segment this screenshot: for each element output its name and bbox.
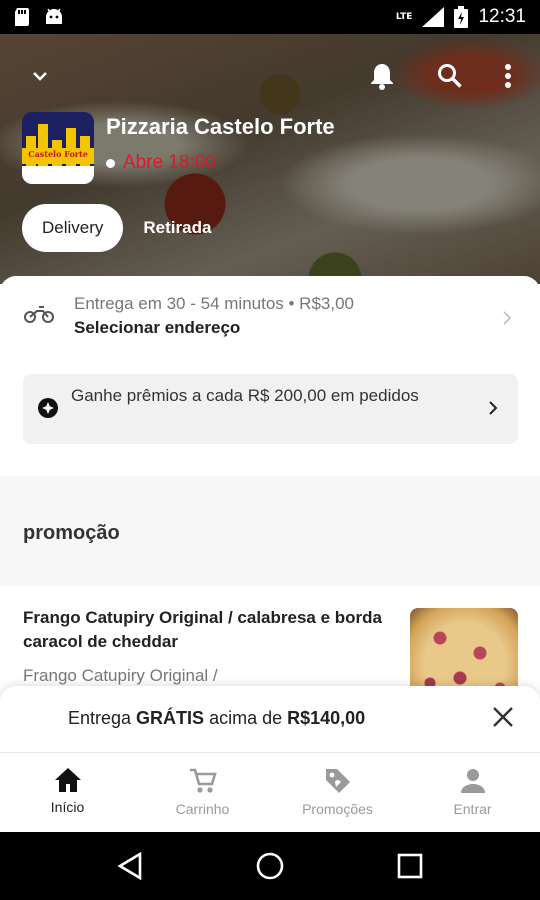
free-delivery-banner: Entrega GRÁTIS acima de R$140,00 xyxy=(0,686,540,752)
nav-item-entrar[interactable]: Entrar xyxy=(405,753,540,832)
motorcycle-icon xyxy=(24,306,54,323)
section-title: promoção xyxy=(23,522,120,544)
store-logo: Castelo Forte xyxy=(22,112,94,184)
status-bar: LTE 12:31 xyxy=(0,0,540,34)
section-header: promoção xyxy=(0,476,540,586)
tag-icon xyxy=(325,769,350,793)
network-type: LTE xyxy=(395,12,413,22)
store-header: Castelo Forte Pizzaria Castelo Forte Abr… xyxy=(0,34,540,284)
signal-icon xyxy=(422,7,445,27)
home-icon xyxy=(54,768,81,792)
product-description: Frango Catupiry Original / xyxy=(23,666,218,685)
battery-icon xyxy=(454,6,469,28)
chevron-right-icon xyxy=(503,311,512,325)
cart-icon xyxy=(189,768,217,793)
free-delivery-text: Entrega GRÁTIS acima de R$140,00 xyxy=(68,708,366,728)
recents-icon[interactable] xyxy=(397,853,423,879)
chevron-down-icon[interactable] xyxy=(22,58,58,94)
delivery-estimate: Entrega em 30 - 54 minutos • R$3,00 xyxy=(74,294,354,313)
system-navigation-bar xyxy=(0,832,540,900)
sd-card-icon xyxy=(15,8,29,26)
store-status: Abre 18:00 xyxy=(106,152,216,174)
more-vert-icon[interactable] xyxy=(490,58,526,94)
store-content: Entrega em 30 - 54 minutos • R$3,00 Sele… xyxy=(0,276,540,756)
status-dot xyxy=(106,158,115,168)
product-title: Frango Catupiry Original / calabresa e b… xyxy=(23,608,382,651)
home-circle-icon[interactable] xyxy=(256,852,284,880)
close-icon[interactable] xyxy=(492,706,514,728)
bottom-navigation: Início Carrinho Promoções Entrar xyxy=(0,752,540,832)
rewards-banner[interactable]: Ganhe prêmios a cada R$ 200,00 em pedido… xyxy=(23,374,518,444)
delivery-address-row[interactable]: Entrega em 30 - 54 minutos • R$3,00 Sele… xyxy=(0,286,540,350)
person-icon xyxy=(460,769,485,793)
clock: 12:31 xyxy=(478,6,526,27)
android-icon xyxy=(46,8,62,24)
reward-badge-icon xyxy=(38,398,58,418)
rewards-text: Ganhe prêmios a cada R$ 200,00 em pedido… xyxy=(71,386,419,405)
nav-item-carrinho[interactable]: Carrinho xyxy=(135,753,270,832)
nav-item-promocoes[interactable]: Promoções xyxy=(270,753,405,832)
bell-icon[interactable] xyxy=(364,58,400,94)
back-icon[interactable] xyxy=(117,852,143,880)
chevron-right-icon xyxy=(489,401,498,415)
nav-item-inicio[interactable]: Início xyxy=(0,753,135,832)
select-address-label: Selecionar endereço xyxy=(74,318,241,337)
opening-time: Abre 18:00 xyxy=(123,152,216,173)
tab-delivery[interactable]: Delivery xyxy=(22,204,124,252)
store-name: Pizzaria Castelo Forte xyxy=(106,114,335,139)
search-icon[interactable] xyxy=(432,58,468,94)
order-mode-tabs: Delivery Retirada xyxy=(22,204,211,252)
tab-retirada[interactable]: Retirada xyxy=(143,218,211,238)
